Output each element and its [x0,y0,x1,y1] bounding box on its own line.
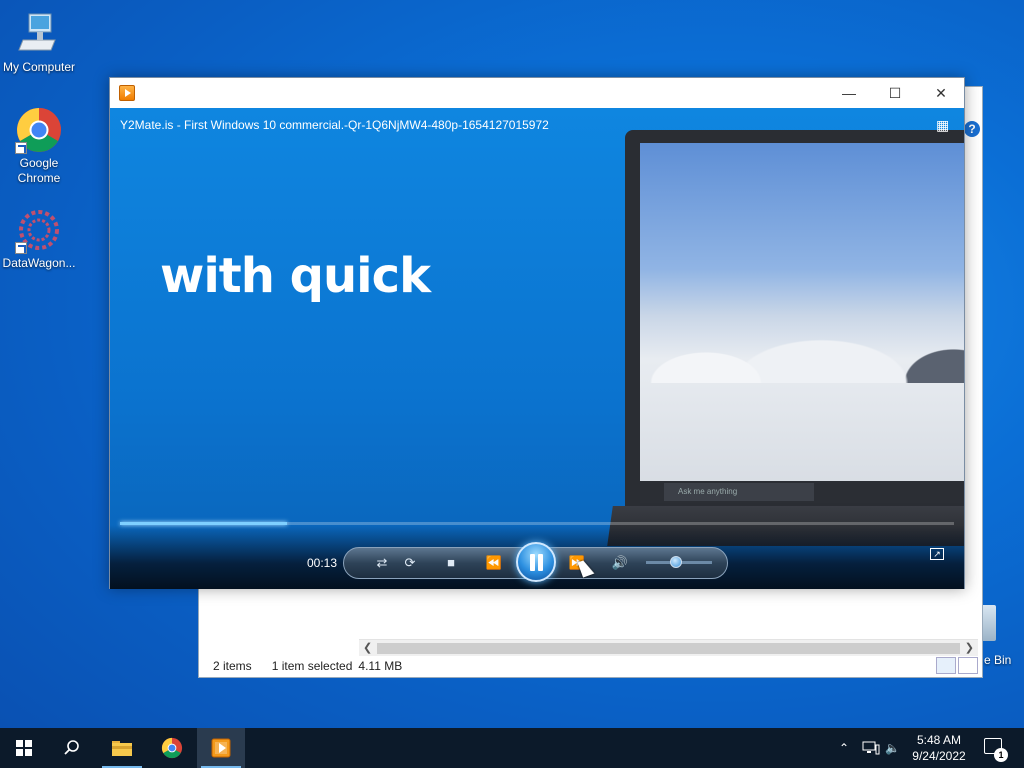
pause-button[interactable] [516,542,556,582]
search-button[interactable] [48,728,96,768]
desktop-icon-datawagon[interactable]: DataWagon... [0,206,78,271]
current-time: 00:13 [307,556,338,570]
horizontal-scrollbar[interactable]: ❮ ❯ [359,639,978,656]
taskbar: ⌃ 🔈 5:48 AM 9/24/2022 1 [0,728,1024,768]
rewind-icon[interactable]: ⏪ [483,553,505,573]
shuffle-icon[interactable]: ⇄ [372,553,392,573]
video-title: Y2Mate.is - First Windows 10 commercial.… [120,118,549,132]
file-explorer-taskbar-button[interactable] [98,728,146,768]
close-button[interactable]: ✕ [918,78,964,108]
recycle-bin-label: e Bin [984,653,1012,667]
volume-slider-thumb[interactable] [669,556,682,568]
desktop-icon-label: My Computer [2,60,76,74]
laptop-taskbar-image: Ask me anything [640,481,964,503]
seek-bar-progress [120,522,287,525]
start-button[interactable] [0,728,48,768]
media-player-icon [211,738,231,758]
network-icon[interactable] [862,728,880,768]
windows-logo-icon [16,740,32,756]
status-selected: 1 item selected [271,659,353,673]
scrollbar-thumb[interactable] [377,643,960,654]
notification-count-badge: 1 [994,748,1008,762]
scroll-right-arrow-icon[interactable]: ❯ [965,641,974,654]
video-area[interactable]: with quick Ask me anything Y2Mate.is - F… [110,108,964,589]
clock[interactable]: 5:48 AM 9/24/2022 [900,732,978,764]
mountain-image [640,273,964,383]
maximize-button[interactable]: ☐ [872,78,918,108]
status-item-count: 2 items [213,659,252,673]
search-icon [64,740,79,755]
details-view-icon[interactable] [936,657,956,674]
minimize-button[interactable]: — [826,78,872,108]
repeat-icon[interactable]: ⟳ [400,553,420,573]
status-size: 4.11 MB [358,659,403,673]
clock-time: 5:48 AM [916,733,962,747]
chrome-icon [161,737,183,759]
media-player-icon [119,85,135,101]
scroll-left-arrow-icon[interactable]: ❮ [363,641,372,654]
title-bar[interactable]: — ☐ ✕ [110,78,964,108]
volume-icon[interactable]: 🔊 [610,553,630,573]
desktop-icon-google-chrome[interactable]: Google Chrome [0,106,78,186]
shortcut-arrow-icon [15,242,27,254]
seek-bar[interactable] [120,522,954,525]
show-hidden-icons-icon[interactable]: ⌃ [839,728,849,768]
laptop-screen-image: Ask me anything [640,143,964,503]
video-caption-text: with quick [160,248,431,304]
view-toggle [936,657,978,674]
laptop-search-box: Ask me anything [664,483,814,501]
media-player-window[interactable]: — ☐ ✕ with quick Ask me anything Y2Mate.… [109,77,965,589]
media-player-taskbar-button[interactable] [197,728,245,768]
chrome-icon [15,106,63,154]
fullscreen-icon[interactable]: ↗ [930,548,944,560]
desktop-icon-my-computer[interactable]: My Computer [0,10,78,75]
status-bar: 2 items 1 item selected 4.11 MB [199,655,982,677]
large-icons-view-icon[interactable] [958,657,978,674]
shortcut-arrow-icon [15,142,27,154]
file-explorer-icon [112,741,132,756]
explorer-right-edge [962,87,982,677]
chrome-taskbar-button[interactable] [148,728,196,768]
stop-icon[interactable]: ■ [443,553,459,573]
speaker-icon[interactable]: 🔈 [885,728,900,768]
computer-icon [15,10,63,58]
clock-date: 9/24/2022 [912,749,966,763]
datawagon-icon [15,206,63,254]
desktop-icon-label: DataWagon... [2,256,76,270]
switch-to-library-icon[interactable]: ▦ [936,117,954,133]
desktop-icon-label: Google Chrome [17,156,61,185]
help-icon[interactable]: ? [964,121,980,137]
